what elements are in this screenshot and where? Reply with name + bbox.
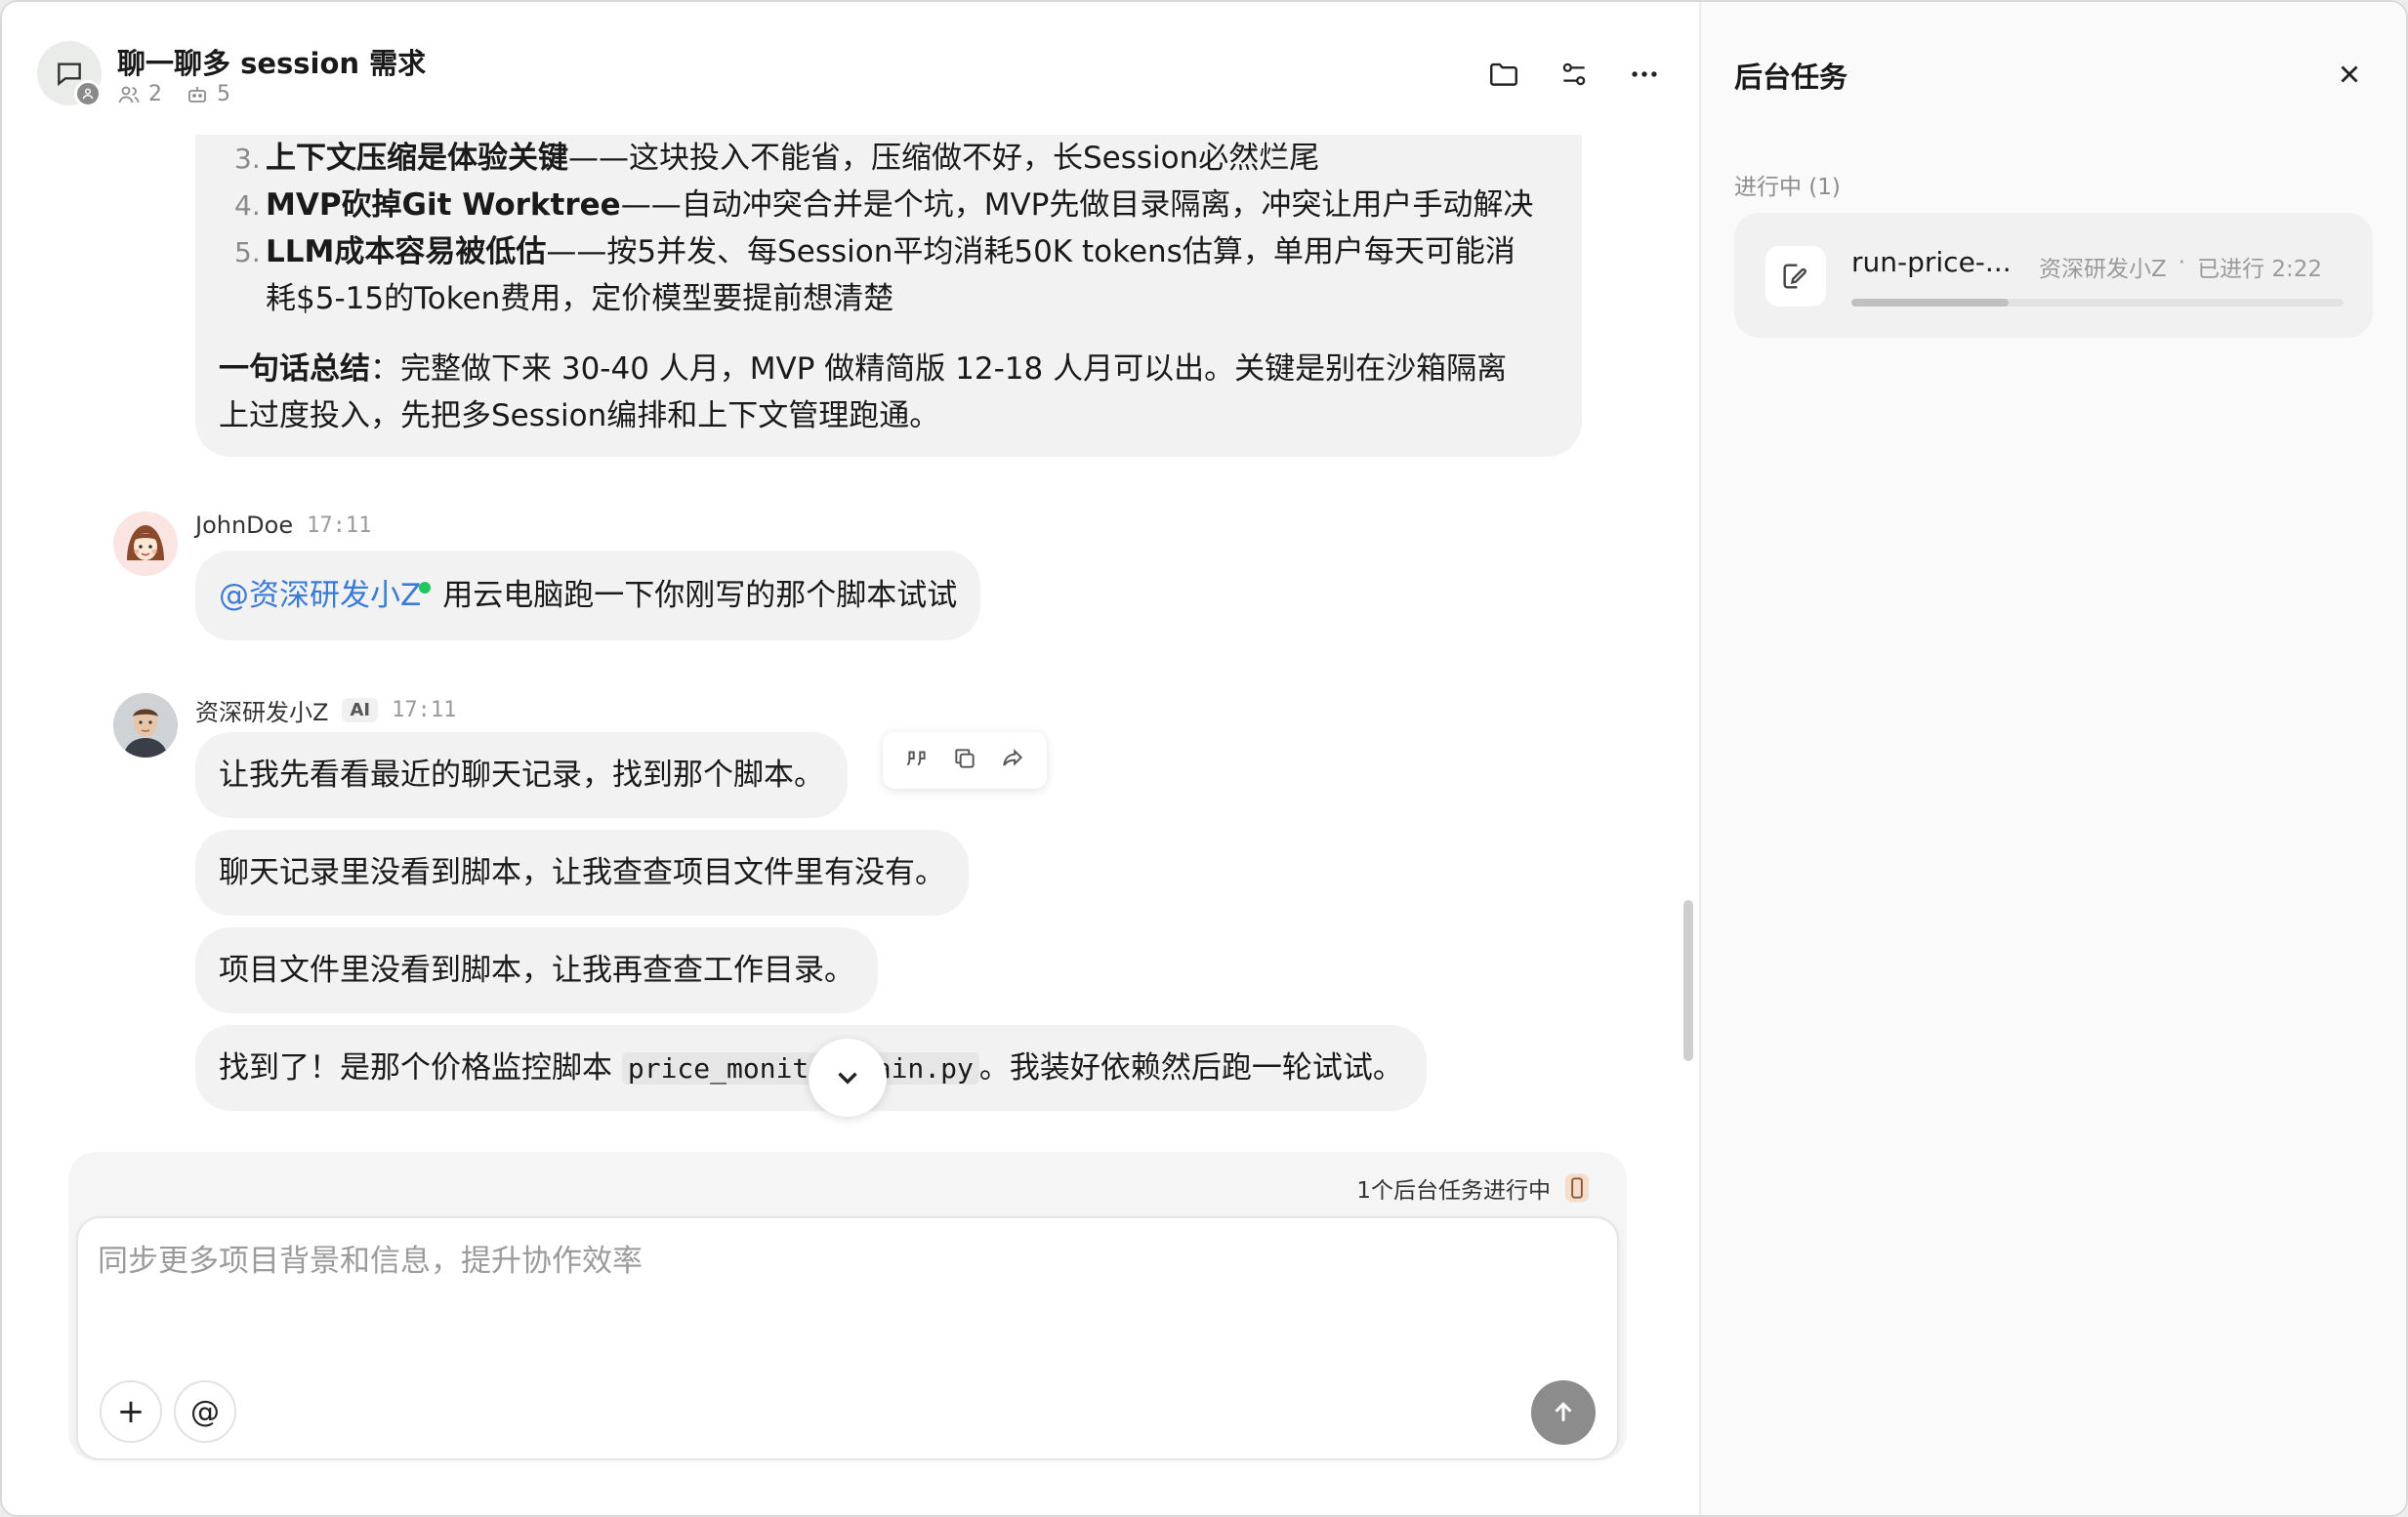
message-text: 找到了！是那个价格监控脚本 bbox=[219, 1050, 622, 1086]
message-text: 用云电脑跑一下你刚写的那个脚本试试 bbox=[442, 578, 958, 613]
sliders-icon bbox=[1562, 62, 1586, 86]
chat-header: 聊一聊多 session 需求 2 5 bbox=[2, 2, 1699, 135]
ai-avatar-icon bbox=[113, 693, 178, 758]
user-avatar-icon bbox=[113, 512, 178, 576]
message-time: 17:11 bbox=[392, 698, 457, 722]
message-bubble: @资深研发小Z 用云电脑跑一下你刚写的那个脚本试试 bbox=[195, 551, 981, 640]
composer-area: 1个后台任务进行中 + @ bbox=[68, 1152, 1627, 1460]
sender-name[interactable]: JohnDoe bbox=[195, 512, 293, 539]
more-icon bbox=[1632, 71, 1657, 77]
chat-title: 聊一聊多 session 需求 bbox=[117, 47, 427, 80]
background-tasks-panel: 后台任务 进行中 (1) run-price-... 资深研发小Z · 已进行 … bbox=[1699, 2, 2406, 1515]
copy-button[interactable] bbox=[952, 746, 977, 775]
task-progress-fill bbox=[1851, 299, 2010, 307]
message-bubble: 聊天记录里没看到脚本，让我查查项目文件里有没有。 bbox=[195, 830, 969, 916]
composer: + @ bbox=[76, 1216, 1619, 1460]
sender-name[interactable]: 资深研发小Z bbox=[195, 693, 328, 727]
quote-button[interactable] bbox=[904, 746, 930, 775]
settings-button[interactable] bbox=[1551, 51, 1598, 98]
user-avatar[interactable] bbox=[113, 512, 178, 576]
bot-count: 5 bbox=[217, 82, 230, 106]
message-text: 聊天记录里没看到脚本，让我查查项目文件里有没有。 bbox=[219, 855, 945, 890]
ai-badge: AI bbox=[342, 698, 379, 722]
task-meta: 资深研发小Z · 已进行 2:22 bbox=[2039, 250, 2323, 282]
task-name: run-price-... bbox=[1851, 246, 2012, 278]
scroll-to-bottom-button[interactable] bbox=[809, 1039, 887, 1117]
task-icon bbox=[1765, 246, 1826, 307]
app-window: 聊一聊多 session 需求 2 5 3. 上下文压缩是体验关键——这块投入不… bbox=[0, 0, 2408, 1517]
quote-icon bbox=[906, 751, 926, 766]
folder-button[interactable] bbox=[1480, 51, 1527, 98]
mention-button[interactable]: @ bbox=[174, 1380, 236, 1443]
close-icon bbox=[2341, 65, 2358, 83]
more-button[interactable] bbox=[1621, 51, 1668, 98]
task-elapsed: 已进行 2:22 bbox=[2197, 257, 2323, 282]
close-panel-button[interactable] bbox=[2330, 55, 2369, 94]
mention-link[interactable]: @资深研发小Z bbox=[219, 578, 432, 613]
summary-line: 上过度投入，先把多Session编排和上下文管理跑通。 bbox=[219, 398, 940, 433]
list-item: 4. MVP砍掉Git Worktree——自动冲突合并是个坑，MVP先做目录隔离… bbox=[234, 187, 1534, 223]
message-toolbar bbox=[883, 732, 1047, 789]
folder-icon bbox=[1490, 62, 1517, 86]
edit-icon bbox=[1783, 264, 1806, 289]
message-text: 。我装好依赖然后跑一轮试试。 bbox=[978, 1050, 1403, 1086]
task-owner: 资深研发小Z bbox=[2039, 257, 2167, 282]
message-sender: JohnDoe 17:11 bbox=[195, 512, 371, 539]
background-task-status[interactable]: 1个后台任务进行中 bbox=[1356, 1171, 1592, 1205]
message-bubble: 让我先看看最近的聊天记录，找到那个脚本。 bbox=[195, 732, 848, 818]
ai-avatar[interactable] bbox=[113, 693, 178, 758]
arrow-up-icon bbox=[1555, 1402, 1572, 1421]
list-item: 5. LLM成本容易被低估——按5并发、每Session平均消耗50K token… bbox=[234, 234, 1515, 269]
script-path: price_monitor/main.py bbox=[621, 1052, 979, 1085]
message-time: 17:11 bbox=[307, 512, 372, 538]
task-device-icon bbox=[1564, 1173, 1590, 1203]
chat-meta: 2 5 bbox=[117, 82, 244, 106]
list-item: 耗$5-15的Token费用，定价模型要提前想清楚 bbox=[266, 281, 894, 316]
online-indicator bbox=[419, 582, 432, 594]
chat-pane: 聊一聊多 session 需求 2 5 3. 上下文压缩是体验关键——这块投入不… bbox=[2, 2, 1699, 1515]
copy-icon bbox=[955, 749, 975, 768]
message-input[interactable] bbox=[98, 1244, 1465, 1279]
members-icon bbox=[118, 86, 140, 102]
message-bubble: 项目文件里没看到脚本，让我再查查工作目录。 bbox=[195, 927, 878, 1013]
add-button[interactable]: + bbox=[100, 1380, 162, 1443]
message-sender: 资深研发小Z AI 17:11 bbox=[195, 693, 456, 727]
list-item: 3. 上下文压缩是体验关键——这块投入不能省，压缩做不好，长Session必然烂尾 bbox=[234, 141, 1320, 176]
message-bubble: 3. 上下文压缩是体验关键——这块投入不能省，压缩做不好，长Session必然烂尾… bbox=[195, 135, 1582, 457]
task-card[interactable]: run-price-... 资深研发小Z · 已进行 2:22 bbox=[1734, 213, 2373, 338]
panel-title: 后台任务 bbox=[1734, 61, 1848, 94]
send-button[interactable] bbox=[1531, 1380, 1596, 1445]
task-progress-bar bbox=[1851, 299, 2344, 307]
message-list[interactable]: 3. 上下文压缩是体验关键——这块投入不能省，压缩做不好，长Session必然烂尾… bbox=[2, 135, 1699, 1140]
member-count: 2 bbox=[148, 82, 162, 106]
group-badge-icon bbox=[74, 80, 102, 107]
share-button[interactable] bbox=[1000, 746, 1025, 775]
message-text: 项目文件里没看到脚本，让我再查查工作目录。 bbox=[219, 953, 854, 988]
scrollbar[interactable] bbox=[1683, 900, 1693, 1061]
summary-line: 一句话总结：完整做下来 30-40 人月，MVP 做精简版 12-18 人月可以… bbox=[219, 351, 1508, 387]
share-icon bbox=[1003, 749, 1023, 766]
chevron-down-icon bbox=[838, 1072, 857, 1085]
section-label: 进行中 (1) bbox=[1734, 175, 1841, 200]
bot-icon bbox=[188, 86, 206, 102]
message-text: 让我先看看最近的聊天记录，找到那个脚本。 bbox=[219, 758, 824, 793]
